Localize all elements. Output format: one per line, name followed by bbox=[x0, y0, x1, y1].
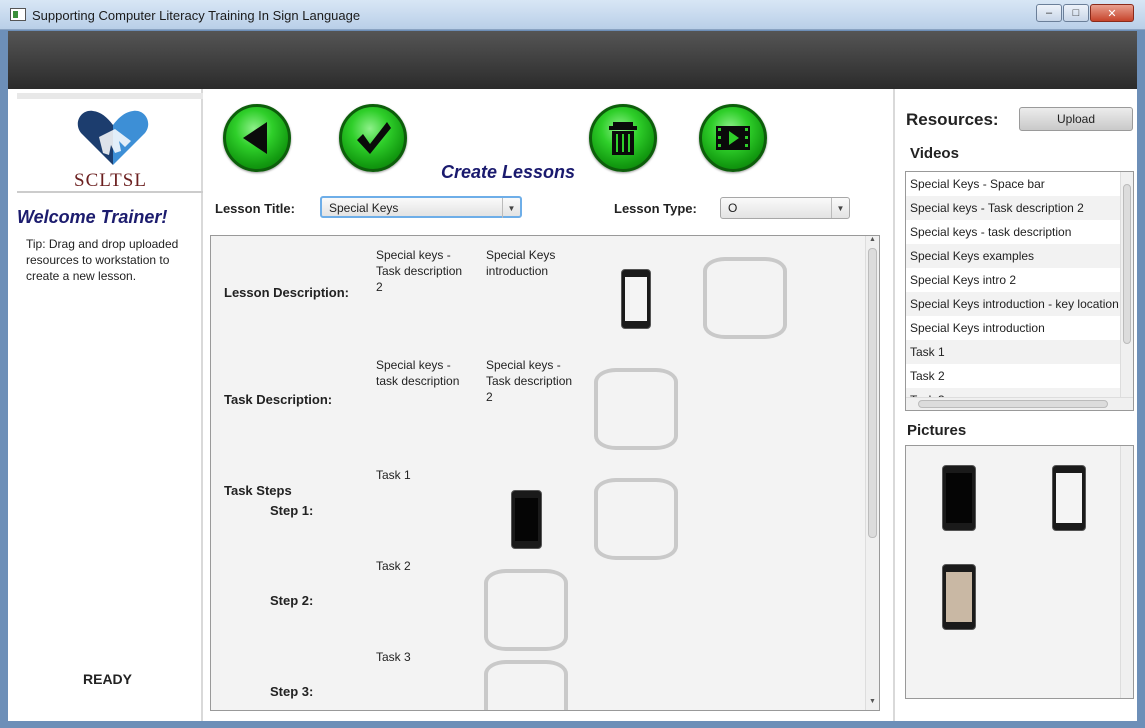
drop-slot[interactable] bbox=[703, 257, 787, 339]
workstation-scrollbar[interactable]: ▲ ▼ bbox=[865, 236, 879, 710]
scrollbar-thumb[interactable] bbox=[868, 248, 877, 538]
save-lesson-button[interactable] bbox=[339, 104, 407, 172]
trash-icon bbox=[609, 122, 637, 155]
pictures-heading: Pictures bbox=[907, 422, 967, 439]
client-area: SCLTSL Welcome Trainer! Tip: Drag and dr… bbox=[8, 89, 1137, 721]
lesson-description-label: Lesson Description: bbox=[224, 285, 349, 300]
lesson-desc-item[interactable]: Special keys - Task description 2 bbox=[376, 247, 464, 295]
welcome-heading: Welcome Trainer! bbox=[17, 207, 168, 227]
step-item[interactable]: Task 2 bbox=[376, 558, 476, 574]
step-label: Step 2: bbox=[270, 593, 314, 608]
workstation[interactable]: Lesson Description: Special keys - Task … bbox=[210, 235, 880, 711]
minimize-button[interactable]: – bbox=[1036, 4, 1062, 22]
film-play-icon bbox=[716, 126, 750, 150]
scroll-up-icon[interactable]: ▲ bbox=[866, 236, 879, 248]
phone-screen bbox=[515, 498, 538, 541]
chevron-down-icon: ▼ bbox=[502, 198, 520, 218]
picture-thumbnail[interactable] bbox=[621, 269, 651, 329]
play-lesson-button[interactable] bbox=[699, 104, 767, 172]
upload-button[interactable]: Upload bbox=[1019, 107, 1133, 131]
drop-slot[interactable] bbox=[484, 660, 568, 710]
list-item[interactable]: Task 1 bbox=[906, 340, 1121, 364]
list-item[interactable]: Special Keys introduction - key location bbox=[906, 292, 1121, 316]
task-desc-item[interactable]: Special keys - Task description 2 bbox=[486, 357, 576, 405]
phone-screen bbox=[946, 473, 972, 523]
list-item[interactable]: Special Keys introduction bbox=[906, 316, 1121, 340]
video-list-vscrollbar[interactable] bbox=[1120, 172, 1133, 398]
resources-heading: Resources: bbox=[906, 110, 999, 129]
handshake-heart-icon bbox=[77, 110, 149, 165]
drop-slot[interactable] bbox=[594, 368, 678, 450]
list-item[interactable]: Special keys - Task description 2 bbox=[906, 196, 1121, 220]
step-item[interactable]: Task 1 bbox=[376, 467, 476, 483]
scrollbar-thumb[interactable] bbox=[1123, 184, 1131, 344]
video-list-hscrollbar[interactable] bbox=[906, 397, 1133, 410]
video-list[interactable]: Special Keys - Space bar Special keys - … bbox=[905, 171, 1134, 411]
status-text: READY bbox=[83, 671, 133, 687]
scroll-down-icon[interactable]: ▼ bbox=[866, 698, 879, 710]
picture-thumbnail[interactable] bbox=[942, 465, 976, 531]
phone-screen bbox=[1056, 473, 1082, 523]
task-description-label: Task Description: bbox=[224, 392, 333, 407]
lesson-title-label: Lesson Title: bbox=[215, 201, 295, 216]
picture-thumbnail[interactable] bbox=[1052, 465, 1086, 531]
tip-text: Tip: Drag and drop uploaded resources to… bbox=[26, 237, 179, 283]
list-item[interactable]: Task 2 bbox=[906, 364, 1121, 388]
resources-panel: Resources: Upload Videos Special Keys - … bbox=[893, 89, 1137, 721]
list-item[interactable]: Special keys - task description bbox=[906, 220, 1121, 244]
maximize-button[interactable]: □ bbox=[1063, 4, 1089, 22]
logo-text: SCLTSL bbox=[74, 170, 147, 191]
videos-heading: Videos bbox=[910, 145, 959, 162]
left-panel: SCLTSL Welcome Trainer! Tip: Drag and dr… bbox=[8, 89, 204, 721]
list-item[interactable]: Special Keys - Space bar bbox=[906, 172, 1121, 196]
step-label: Step 1: bbox=[270, 503, 314, 518]
app-icon bbox=[10, 8, 26, 21]
page-title: Create Lessons bbox=[441, 162, 576, 182]
drop-slot[interactable] bbox=[484, 569, 568, 651]
lesson-desc-item[interactable]: Special Keys introduction bbox=[486, 247, 576, 279]
close-button[interactable]: ✕ bbox=[1090, 4, 1134, 22]
drop-slot[interactable] bbox=[594, 478, 678, 560]
header-band bbox=[8, 31, 1137, 89]
phone-screen bbox=[625, 277, 647, 321]
window-titlebar: Supporting Computer Literacy Training In… bbox=[0, 0, 1145, 30]
pictures-scrollbar[interactable] bbox=[1120, 446, 1133, 698]
lesson-type-value: O bbox=[728, 201, 738, 215]
phone-screen bbox=[946, 572, 972, 622]
delete-button[interactable] bbox=[589, 104, 657, 172]
list-item[interactable]: Special Keys intro 2 bbox=[906, 268, 1121, 292]
step-item[interactable]: Task 3 bbox=[376, 649, 476, 665]
logo: SCLTSL bbox=[17, 93, 204, 193]
task-steps-label: Task Steps bbox=[224, 483, 292, 498]
lesson-title-select[interactable]: Special Keys ▼ bbox=[320, 196, 522, 218]
task-desc-item[interactable]: Special keys - task description bbox=[376, 357, 464, 389]
window-title: Supporting Computer Literacy Training In… bbox=[32, 8, 361, 23]
lesson-type-select[interactable]: O ▼ bbox=[720, 197, 850, 219]
list-item[interactable]: Special Keys examples bbox=[906, 244, 1121, 268]
picture-thumbnail[interactable] bbox=[511, 490, 542, 549]
back-arrow-icon bbox=[243, 122, 267, 154]
lesson-editor: Create Lessons Lesson Title: Special Key… bbox=[203, 89, 893, 721]
checkmark-icon bbox=[357, 122, 391, 154]
picture-thumbnail[interactable] bbox=[942, 564, 976, 630]
pictures-panel[interactable] bbox=[905, 445, 1134, 699]
back-button[interactable] bbox=[223, 104, 291, 172]
lesson-type-label: Lesson Type: bbox=[614, 201, 697, 216]
scrollbar-thumb[interactable] bbox=[918, 400, 1108, 408]
step-label: Step 3: bbox=[270, 684, 314, 699]
chevron-down-icon: ▼ bbox=[831, 198, 849, 218]
lesson-title-value: Special Keys bbox=[329, 201, 399, 215]
